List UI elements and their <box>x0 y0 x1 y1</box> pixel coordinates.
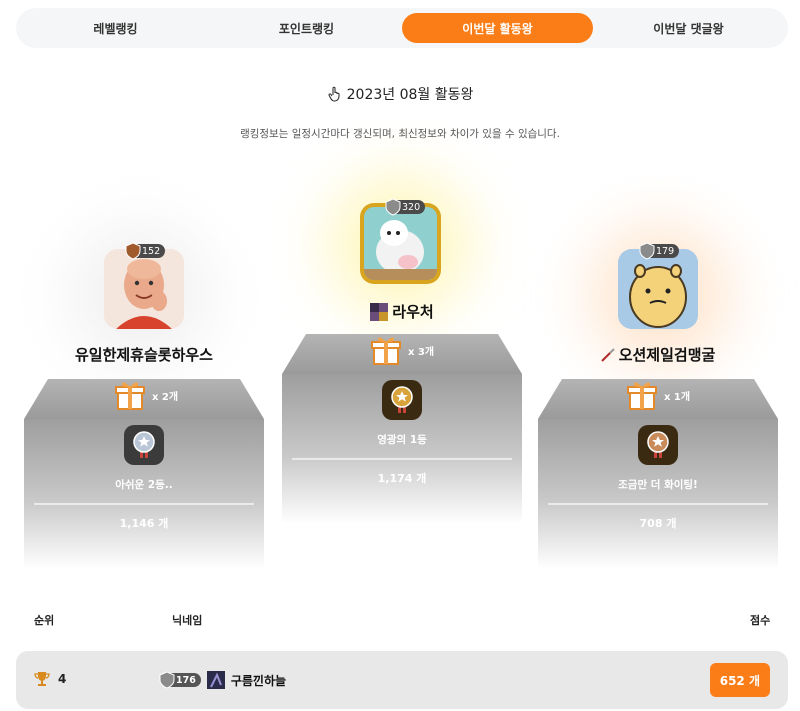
third-score: 708 개 <box>639 517 677 530</box>
pointing-hand-icon <box>328 86 340 102</box>
page-title: 2023년 08월 활동왕 <box>0 84 800 104</box>
third-divider <box>548 503 768 505</box>
tab-level-ranking[interactable]: 레벨랭킹 <box>20 13 211 43</box>
sword-icon <box>600 347 615 362</box>
second-avatar[interactable] <box>104 249 184 329</box>
third-medal <box>638 425 678 465</box>
second-divider <box>34 503 254 505</box>
table-row[interactable]: 4 176 구름낀하늘 652 개 <box>16 651 788 709</box>
trophy-icon <box>34 672 50 686</box>
first-gift-count: x 3개 <box>408 346 435 358</box>
second-medal <box>124 425 164 465</box>
third-name[interactable]: 오션제일검맹굴 <box>538 344 778 365</box>
gift-icon <box>115 382 145 410</box>
subtitle: 랭킹정보는 일정시간마다 갱신되며, 최신정보와 차이가 있을 수 있습니다. <box>240 128 560 140</box>
second-podium: x 2개 아쉬운 2등.. 1,146 개 <box>24 379 264 569</box>
level-shield-icon <box>159 671 175 689</box>
level-shield-icon <box>385 198 401 216</box>
tab-monthly-comment[interactable]: 이번달 댓글왕 <box>593 13 784 43</box>
title-text: 2023년 08월 활동왕 <box>346 87 474 103</box>
first-podium: x 3개 영광의 1등 1,174 개 <box>282 334 522 524</box>
second-gift-count: x 2개 <box>152 391 179 403</box>
third-level-badge: 179 <box>639 242 680 260</box>
first-medal-label: 영광의 1등 <box>377 434 427 446</box>
level-shield-icon <box>125 242 141 260</box>
second-name[interactable]: 유일한제휴슬롯하우스 <box>24 344 264 365</box>
gift-icon <box>371 337 401 365</box>
row-nickname: 구름낀하늘 <box>230 673 287 688</box>
bronze-medal-icon <box>647 431 669 458</box>
row-user[interactable]: 176 구름낀하늘 <box>159 671 287 689</box>
column-nickname: 닉네임 <box>172 614 203 627</box>
row-score-badge: 652 개 <box>709 663 770 697</box>
level-shield-icon <box>639 242 655 260</box>
tab-point-ranking[interactable]: 포인트랭킹 <box>211 13 402 43</box>
column-score: 점수 <box>750 614 771 627</box>
user-avatar-icon <box>206 671 225 689</box>
first-divider <box>292 458 512 460</box>
gold-medal-icon <box>391 386 413 413</box>
first-medal <box>382 380 422 420</box>
silver-medal-icon <box>133 431 155 458</box>
row-level-badge: 176 <box>159 671 201 689</box>
column-rank: 순위 <box>34 614 55 627</box>
third-avatar[interactable] <box>618 249 698 329</box>
third-medal-label: 조금만 더 화이팅! <box>618 479 698 491</box>
third-podium: x 1개 조금만 더 화이팅! 708 개 <box>538 379 778 569</box>
first-name[interactable]: 라우처 <box>282 301 522 322</box>
first-score: 1,174 개 <box>377 472 427 485</box>
second-score: 1,146 개 <box>119 517 169 530</box>
third-gift-count: x 1개 <box>664 391 691 403</box>
second-level-badge: 152 <box>125 242 166 260</box>
first-level-badge: 320 <box>385 198 426 216</box>
second-medal-label: 아쉬운 2등.. <box>115 479 173 491</box>
tab-monthly-activity[interactable]: 이번달 활동왕 <box>402 13 593 43</box>
gift-icon <box>627 382 657 410</box>
row-rank: 4 <box>34 671 66 687</box>
ranking-tabs: 레벨랭킹 포인트랭킹 이번달 활동왕 이번달 댓글왕 <box>16 8 788 48</box>
user-icon <box>370 302 389 321</box>
